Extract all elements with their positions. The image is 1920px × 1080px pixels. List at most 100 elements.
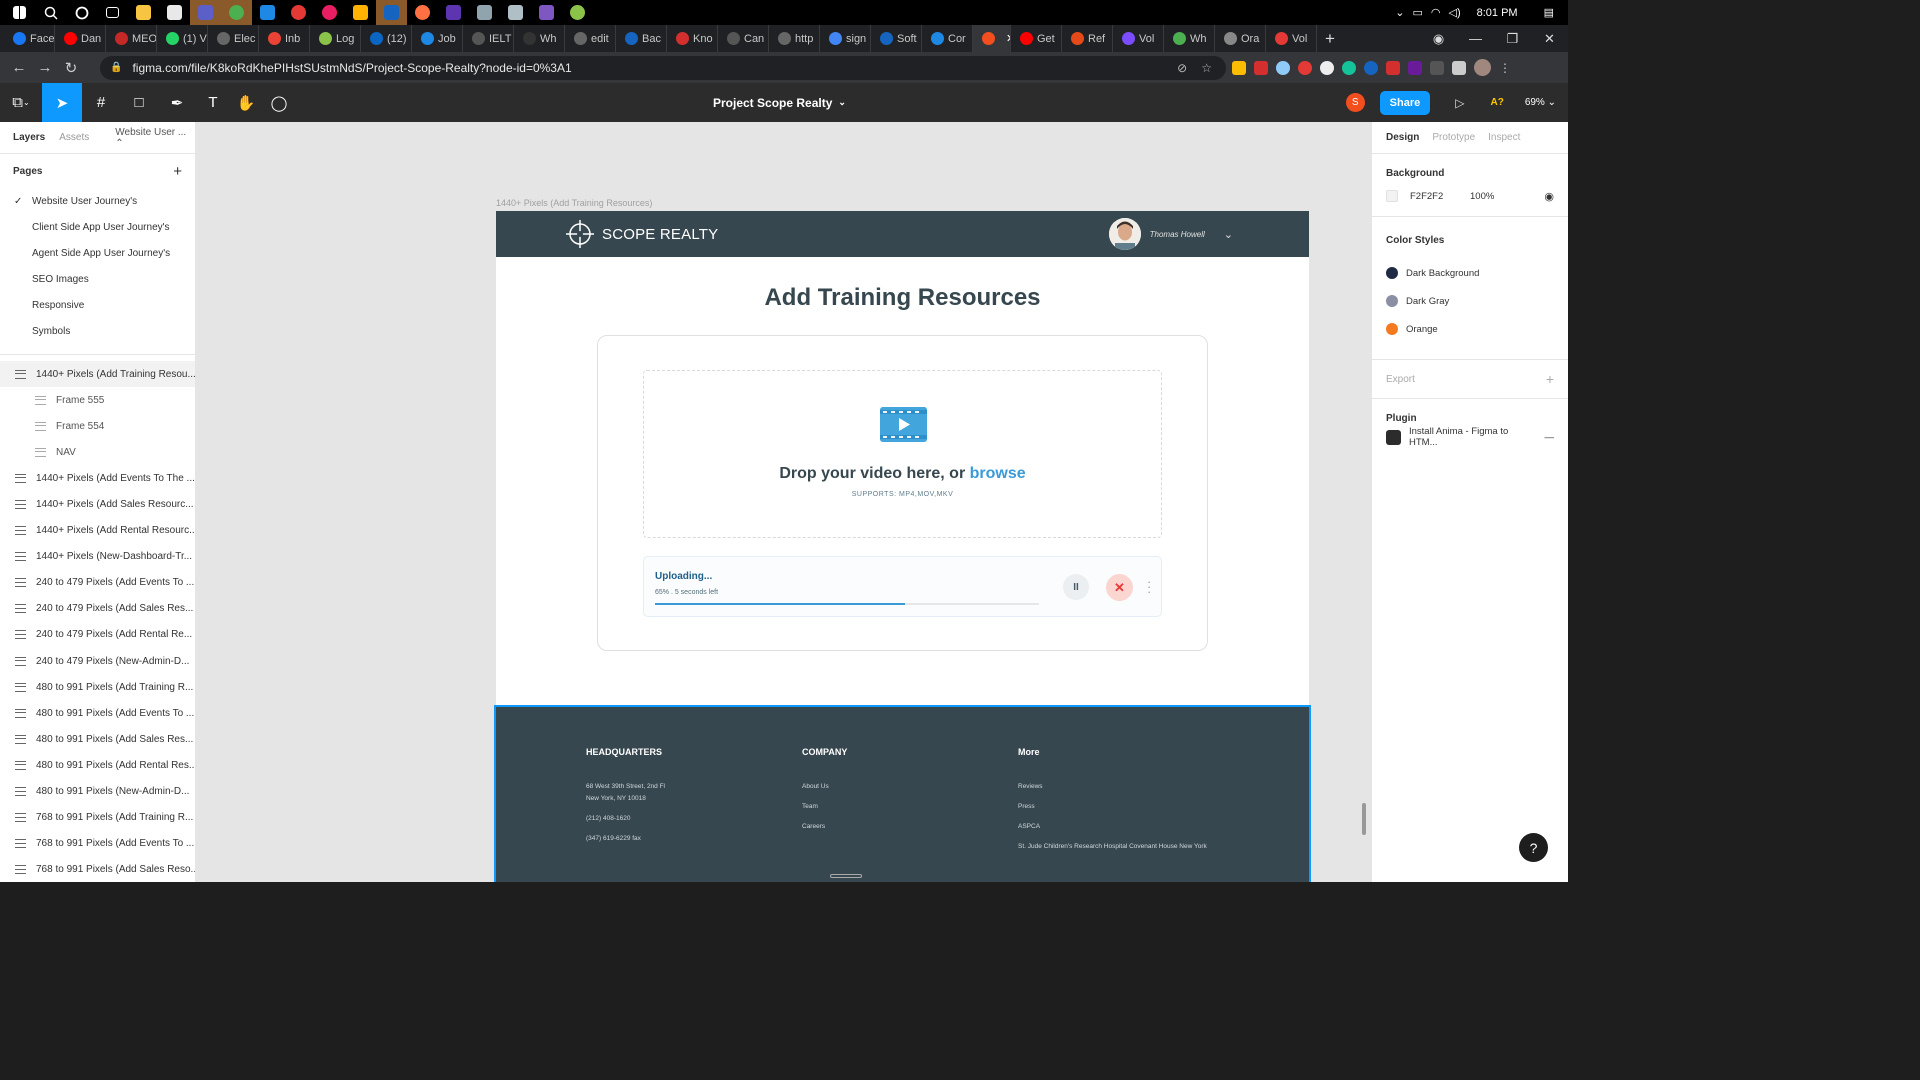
figma-menu-icon[interactable]: ⧉ ⌄ (0, 83, 42, 122)
layer-item[interactable]: 768 to 991 Pixels (Add Sales Reso... (0, 857, 195, 882)
browser-tab[interactable]: Kno (667, 25, 718, 52)
browser-tab[interactable]: Cor (922, 25, 973, 52)
layer-item[interactable]: 480 to 991 Pixels (Add Events To ... (0, 700, 195, 726)
search-icon[interactable] (35, 0, 66, 25)
volume-icon[interactable]: ◁) (1449, 6, 1461, 19)
browser-tab[interactable]: MEO (106, 25, 157, 52)
tab-layers[interactable]: Layers (13, 132, 45, 143)
footer-link[interactable]: ASPCA (1018, 821, 1218, 833)
page-item[interactable]: SEO Images (0, 266, 195, 292)
comment-tool-icon[interactable]: ◯ (262, 83, 296, 122)
browser-tab[interactable]: (12) (361, 25, 412, 52)
grammarly-icon[interactable] (1342, 60, 1356, 75)
battery-icon[interactable]: ▭ (1412, 6, 1422, 19)
layer-item[interactable]: 1440+ Pixels (Add Training Resou... (0, 361, 195, 388)
browse-link[interactable]: browse (970, 465, 1026, 482)
app-icon-5[interactable] (438, 0, 469, 25)
chrome-profile-icon[interactable] (283, 0, 314, 25)
browser-tab[interactable]: Get (1011, 25, 1062, 52)
browser-tab[interactable]: Wh (514, 25, 565, 52)
bookmark-star-icon[interactable]: ☆ (1201, 61, 1212, 75)
design-frame[interactable]: SCOPE REALTY Thomas Howell ⌄ Add Trainin… (494, 211, 1311, 882)
footer-link[interactable]: Press (1018, 801, 1218, 813)
extension-icon[interactable] (1408, 60, 1422, 75)
maximize-icon[interactable]: ❐ (1494, 31, 1531, 47)
footer-link[interactable]: St. Jude Children's Research Hospital Co… (1018, 841, 1218, 853)
browser-tab[interactable]: IELT (463, 25, 514, 52)
app-icon[interactable] (159, 0, 190, 25)
back-icon[interactable]: ← (6, 59, 32, 76)
background-fill-row[interactable]: F2F2F2 100% ◉ (1386, 182, 1554, 210)
minimize-icon[interactable]: — (1457, 31, 1494, 46)
reload-icon[interactable]: ↻ (58, 59, 84, 77)
file-explorer-icon[interactable] (128, 0, 159, 25)
browser-tab[interactable]: http (769, 25, 820, 52)
layer-item[interactable]: 768 to 991 Pixels (Add Training R... (0, 805, 195, 831)
layer-item[interactable]: 240 to 479 Pixels (Add Events To ... (0, 570, 195, 596)
tab-prototype[interactable]: Prototype (1432, 132, 1475, 143)
windows-start-icon[interactable] (4, 0, 35, 25)
move-tool-icon[interactable]: ➤ (42, 83, 82, 122)
present-play-icon[interactable]: ▷ (1455, 96, 1464, 110)
eye-icon[interactable]: ◉ (1544, 190, 1554, 203)
page-item[interactable]: Symbols (0, 318, 195, 344)
browser-tab[interactable]: Job (412, 25, 463, 52)
browser-tab[interactable]: Inb (259, 25, 310, 52)
user-avatar[interactable]: S (1345, 93, 1365, 112)
layer-item[interactable]: 240 to 479 Pixels (Add Rental Re... (0, 622, 195, 648)
layer-item[interactable]: 240 to 479 Pixels (Add Sales Res... (0, 596, 195, 622)
pause-button[interactable]: II (1063, 574, 1089, 600)
extension-icon[interactable] (1386, 60, 1400, 75)
layer-item[interactable]: 480 to 991 Pixels (Add Training R... (0, 674, 195, 700)
cortana-icon[interactable] (66, 0, 97, 25)
color-style-item[interactable]: Dark Background (1386, 259, 1554, 287)
visual-studio-icon[interactable] (531, 0, 562, 25)
extension-icon[interactable] (1320, 60, 1334, 75)
add-export-icon[interactable]: + (1546, 371, 1554, 387)
canvas[interactable]: 1440+ Pixels (Add Training Resources) SC… (196, 122, 1371, 882)
browser-tab[interactable]: Wh (1164, 25, 1215, 52)
slack-icon[interactable] (314, 0, 345, 25)
browser-tab[interactable]: Vol (1113, 25, 1164, 52)
frame-label[interactable]: 1440+ Pixels (Add Training Resources) (496, 198, 652, 208)
more-options-icon[interactable]: · · · (1147, 575, 1151, 598)
browser-tab[interactable]: Ref (1062, 25, 1113, 52)
camera-off-icon[interactable]: ⊘ (1177, 61, 1187, 75)
tab-design[interactable]: Design (1386, 132, 1419, 143)
layer-item[interactable]: 240 to 479 Pixels (New-Admin-D... (0, 648, 195, 674)
app-icon-4[interactable] (407, 0, 438, 25)
background-swatch[interactable] (1386, 190, 1398, 202)
shape-tool-icon[interactable]: □ (120, 83, 158, 122)
share-button[interactable]: Share (1379, 90, 1431, 115)
tab-assets[interactable]: Assets (59, 132, 89, 143)
clock[interactable]: 8:01 PM (1477, 7, 1518, 19)
canvas-scrollbar[interactable] (1362, 803, 1366, 835)
page-item[interactable]: Responsive (0, 292, 195, 318)
browser-tab[interactable]: Dan (55, 25, 106, 52)
browser-tab[interactable]: Face (4, 25, 55, 52)
zoom-dropdown[interactable]: 69% ⌄ (1525, 97, 1556, 108)
page-item[interactable]: Agent Side App User Journey's (0, 240, 195, 266)
layer-item[interactable]: NAV (0, 439, 195, 465)
browser-tab[interactable]: Can (718, 25, 769, 52)
extension-icon[interactable] (1254, 60, 1268, 75)
app-icon-2[interactable] (345, 0, 376, 25)
layer-item[interactable]: 480 to 991 Pixels (Add Sales Res... (0, 726, 195, 752)
extension-icon[interactable] (1298, 60, 1312, 75)
profile-avatar[interactable] (1474, 59, 1491, 76)
browser-tab[interactable]: ✕ (973, 25, 1011, 52)
footer-link[interactable]: Team (802, 801, 847, 813)
chevron-up-icon[interactable]: ⌄ (1395, 6, 1404, 19)
page-item[interactable]: ✓ Website User Journey's (0, 188, 195, 214)
add-page-icon[interactable]: + (173, 163, 182, 180)
remove-plugin-icon[interactable]: — (1545, 432, 1555, 443)
layer-item[interactable]: 480 to 991 Pixels (New-Admin-D... (0, 779, 195, 805)
extension-icon[interactable] (1232, 60, 1246, 75)
color-style-item[interactable]: Dark Gray (1386, 287, 1554, 315)
file-title[interactable]: Project Scope Realty ⌄ (713, 83, 846, 122)
notifications-icon[interactable]: ▤ (1544, 6, 1554, 19)
close-window-icon[interactable]: ✕ (1531, 31, 1568, 47)
wifi-icon[interactable]: ◠ (1431, 6, 1441, 19)
layer-item[interactable]: 1440+ Pixels (New-Dashboard-Tr... (0, 544, 195, 570)
layer-item[interactable]: 1440+ Pixels (Add Events To The ... (0, 465, 195, 491)
